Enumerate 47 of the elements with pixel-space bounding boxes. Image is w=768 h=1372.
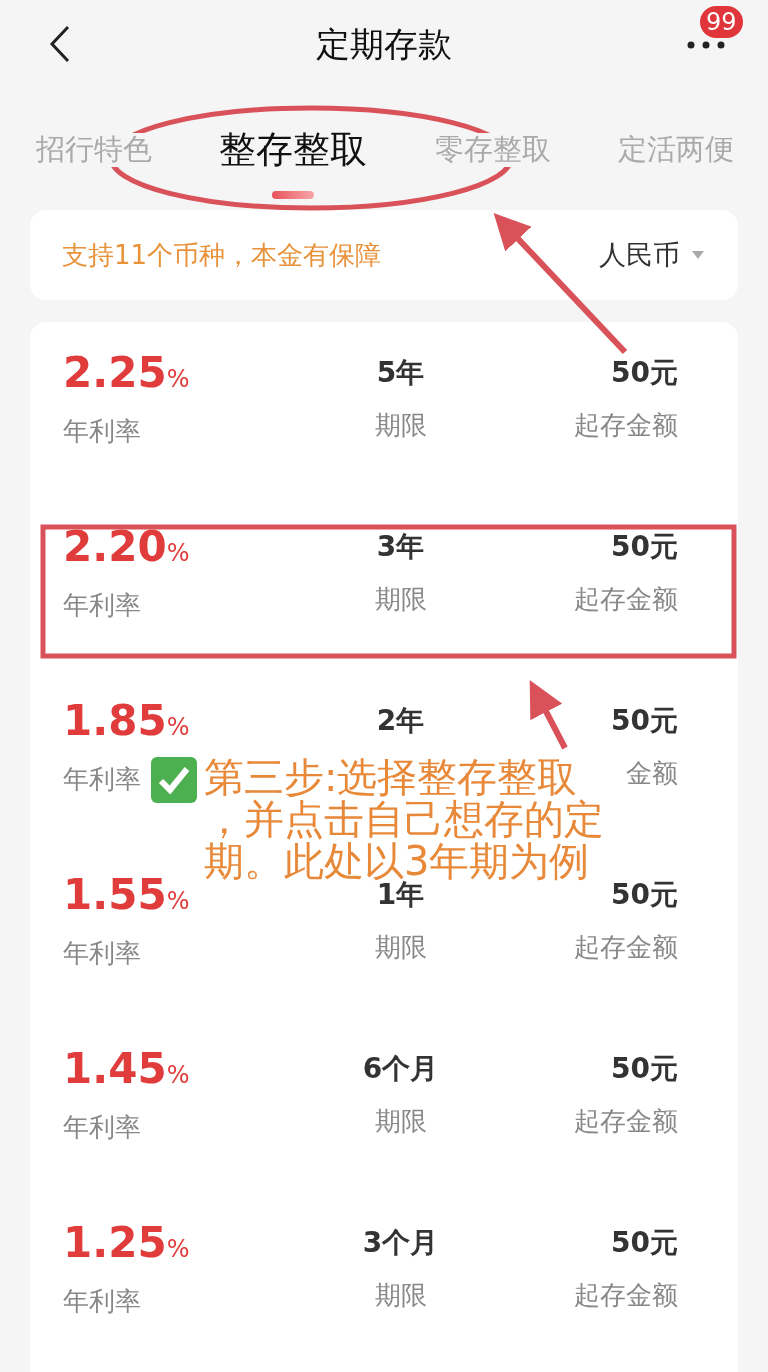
tab[interactable]: 招行特色 bbox=[36, 133, 152, 167]
minimum-label: 起存金额 bbox=[574, 583, 678, 616]
minimum-label: 起存金额 bbox=[574, 931, 678, 964]
back-icon[interactable] bbox=[48, 24, 72, 64]
info-text: 支持11个币种，本金有保障 bbox=[62, 238, 382, 272]
term-label: 期限 bbox=[374, 1105, 427, 1138]
page-title: 定期存款 bbox=[316, 23, 452, 66]
interest-rate: 1.55% bbox=[63, 870, 190, 921]
more-icon[interactable] bbox=[686, 40, 726, 50]
term-value: 3个月 bbox=[362, 1225, 439, 1261]
tab[interactable]: 零存整取 bbox=[434, 133, 551, 167]
term-value: 5年 bbox=[376, 355, 425, 391]
minimum-label: 金额 bbox=[626, 757, 678, 790]
term-value: 6个月 bbox=[362, 1051, 439, 1087]
minimum-label: 起存金额 bbox=[574, 1105, 678, 1138]
minimum-label: 起存金额 bbox=[574, 409, 678, 442]
rate-label: 年利率 bbox=[63, 1111, 141, 1144]
rate-label: 年利率 bbox=[63, 589, 141, 622]
interest-rate: 2.20% bbox=[63, 522, 190, 573]
interest-rate: 1.45% bbox=[63, 1044, 190, 1095]
minimum-amount: 50元 bbox=[611, 877, 678, 913]
rate-label: 年利率 bbox=[63, 415, 141, 448]
term-label: 期限 bbox=[374, 409, 427, 442]
annotation-text: 第三步:选择整存整取，并点击自己想存的定期。此处以3年期为例 bbox=[204, 756, 605, 882]
minimum-amount: 50元 bbox=[611, 529, 678, 565]
caret-icon bbox=[692, 251, 704, 259]
minimum-amount: 50元 bbox=[611, 703, 678, 739]
minimum-label: 起存金额 bbox=[574, 1279, 678, 1312]
term-value: 3年 bbox=[376, 529, 425, 565]
tab-indicator bbox=[272, 190, 315, 199]
notification-badge: 99 bbox=[700, 6, 743, 38]
pointer-arrow bbox=[529, 680, 568, 750]
currency-dropdown[interactable]: 人民币 bbox=[599, 237, 704, 273]
term-label: 期限 bbox=[374, 931, 427, 964]
rate-label: 年利率 bbox=[63, 1285, 141, 1318]
term-value: 2年 bbox=[376, 703, 425, 739]
term-label: 期限 bbox=[374, 583, 427, 616]
interest-rate: 1.85% bbox=[63, 696, 190, 747]
interest-rate: 2.25% bbox=[63, 348, 190, 399]
minimum-amount: 50元 bbox=[611, 1225, 678, 1261]
interest-rate: 1.25% bbox=[63, 1218, 190, 1269]
rate-label: 年利率 bbox=[63, 763, 141, 796]
rate-label: 年利率 bbox=[63, 937, 141, 970]
minimum-amount: 50元 bbox=[611, 355, 678, 391]
term-label: 期限 bbox=[374, 1279, 427, 1312]
check-icon bbox=[150, 756, 198, 804]
minimum-amount: 50元 bbox=[611, 1051, 678, 1087]
